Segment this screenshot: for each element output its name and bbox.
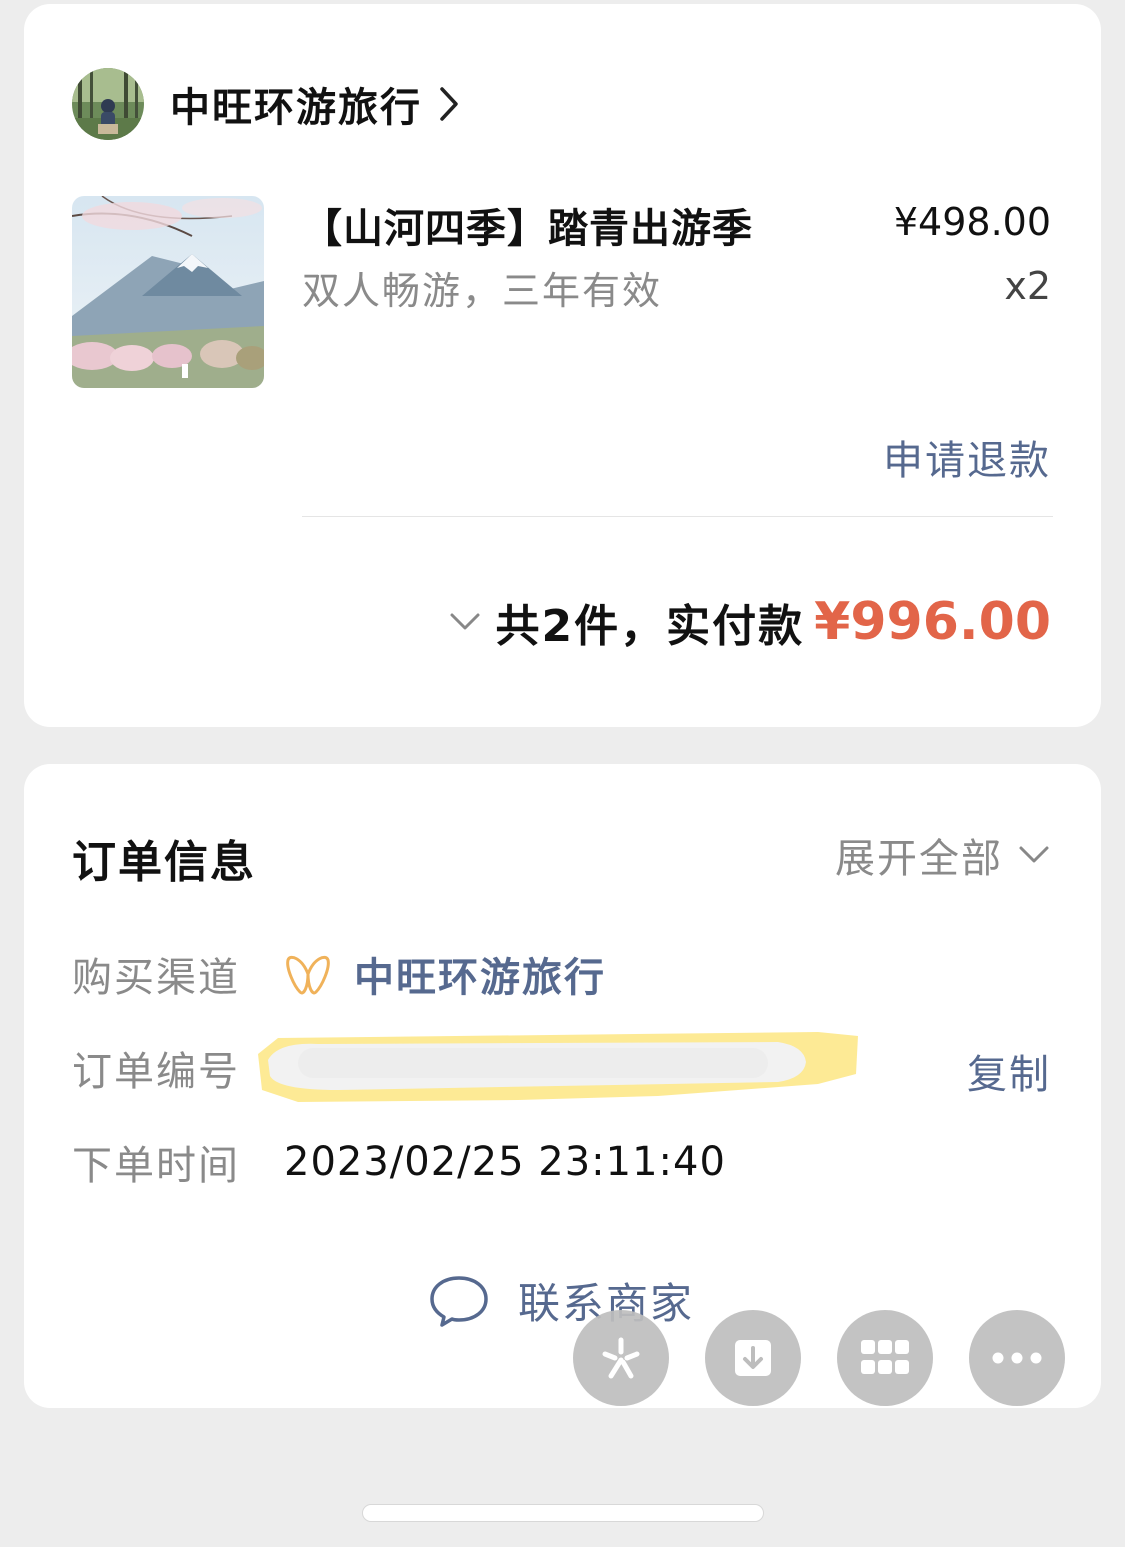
purchase-channel-row: 购买渠道 中旺环游旅行 bbox=[72, 944, 1051, 1004]
chevron-down-icon[interactable] bbox=[448, 611, 482, 633]
shop-avatar[interactable] bbox=[72, 68, 144, 140]
divider bbox=[302, 516, 1053, 517]
more-icon[interactable] bbox=[991, 1351, 1043, 1365]
expand-all-button[interactable]: 展开全部 bbox=[835, 826, 1051, 884]
total-count-label: 共2件，实付款 bbox=[495, 601, 805, 652]
chevron-right-icon[interactable] bbox=[438, 85, 460, 123]
order-total[interactable]: 共2件，实付款 ¥996.00 bbox=[448, 590, 1051, 654]
product-thumbnail[interactable] bbox=[72, 196, 264, 388]
unit-price: ¥498.00 bbox=[893, 200, 1051, 244]
order-number-redaction bbox=[258, 1032, 858, 1102]
copy-button[interactable]: 复制 bbox=[967, 1042, 1051, 1100]
shop-header[interactable]: 中旺环游旅行 bbox=[72, 66, 460, 142]
order-time-value: 2023/02/25 23:11:40 bbox=[284, 1139, 726, 1185]
purchase-channel-label: 购买渠道 bbox=[72, 955, 240, 1001]
chevron-down-icon[interactable] bbox=[1017, 844, 1051, 866]
contact-merchant-button[interactable]: 联系商家 bbox=[428, 1270, 694, 1331]
purchase-channel-value[interactable]: 中旺环游旅行 bbox=[354, 945, 606, 1003]
product-title[interactable]: 【山河四季】踏青出游季 bbox=[302, 196, 753, 254]
more-button[interactable] bbox=[969, 1310, 1065, 1406]
grid-icon[interactable] bbox=[859, 1338, 911, 1378]
order-info-title: 订单信息 bbox=[72, 837, 256, 888]
home-indicator[interactable] bbox=[362, 1504, 764, 1522]
download-icon[interactable] bbox=[729, 1334, 777, 1382]
order-number-row: 订单编号 复制 bbox=[72, 1032, 1051, 1102]
chat-bubble-icon[interactable] bbox=[428, 1274, 490, 1328]
download-button[interactable] bbox=[705, 1310, 801, 1406]
total-amount: ¥996.00 bbox=[814, 592, 1051, 652]
order-time-row: 下单时间 2023/02/25 23:11:40 bbox=[72, 1132, 1051, 1192]
shop-name[interactable]: 中旺环游旅行 bbox=[170, 75, 422, 133]
order-time-label: 下单时间 bbox=[72, 1143, 240, 1189]
order-item-card: 中旺环游旅行 【山河四季】踏青出游季 双人畅游，三年有效 ¥498.00 x2 … bbox=[24, 4, 1101, 727]
apply-refund-button[interactable]: 申请退款 bbox=[883, 428, 1051, 486]
order-info-card: 订单信息 展开全部 购买渠道 中旺环游旅行 订单编号 复制 下单时间 2023/… bbox=[24, 764, 1101, 1408]
product-subtitle: 双人畅游，三年有效 bbox=[302, 269, 663, 313]
grid-button[interactable] bbox=[837, 1310, 933, 1406]
expand-all-label[interactable]: 展开全部 bbox=[835, 826, 1003, 884]
quantity: x2 bbox=[1004, 264, 1051, 308]
sparkle-icon[interactable] bbox=[597, 1334, 645, 1382]
order-number-label: 订单编号 bbox=[72, 1049, 240, 1095]
butterfly-logo-icon bbox=[286, 955, 330, 995]
sparkle-button[interactable] bbox=[573, 1310, 669, 1406]
